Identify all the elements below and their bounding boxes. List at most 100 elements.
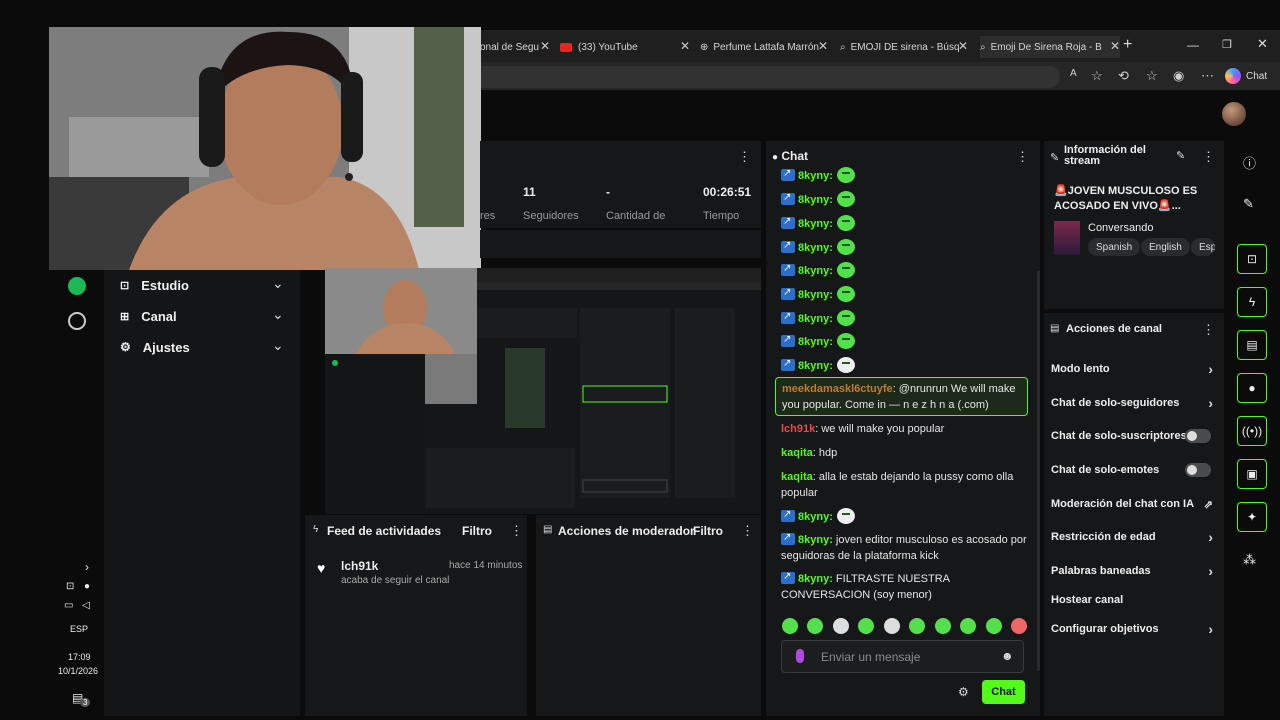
emote-icon[interactable] <box>883 618 900 634</box>
chat-input[interactable]: Enviar un mensaje ☻ <box>781 640 1024 673</box>
rail-button-notes[interactable]: ▤ <box>1237 330 1267 360</box>
subscribers-only-toggle[interactable] <box>1185 429 1211 443</box>
chat-username[interactable]: kaqita <box>781 471 813 483</box>
rail-button-broadcast[interactable]: ((•)) <box>1237 416 1267 446</box>
close-tab-icon[interactable]: ✕ <box>680 39 690 53</box>
close-tab-icon[interactable]: ✕ <box>1110 39 1120 53</box>
activity-filter-button[interactable]: Filtro <box>462 524 492 538</box>
info-icon[interactable]: ⓘ <box>1243 153 1256 172</box>
favorite-star-icon[interactable]: ☆ <box>1091 68 1103 84</box>
chat-username[interactable]: lch91k <box>781 423 815 435</box>
close-window-icon[interactable]: ✕ <box>1257 36 1268 52</box>
emote-icon[interactable] <box>782 618 798 634</box>
rail-button-lightning[interactable]: ϟ <box>1237 287 1267 317</box>
chat-username[interactable]: 8kyny: <box>798 360 833 372</box>
favorites-icon[interactable]: ☆ <box>1146 68 1158 84</box>
rail-button-wrench[interactable]: ✦ <box>1237 502 1267 532</box>
sidebar-item-ajustes[interactable]: ⚙ Ajustes <box>120 337 190 357</box>
tab-1[interactable]: onal de Segu ✕ <box>480 36 550 58</box>
action-followers-only[interactable]: Chat de solo-seguidores › <box>1051 395 1219 411</box>
tab-5[interactable]: ⌕ Emoji De Sirena Roja - B ✕ <box>980 36 1120 58</box>
sidebar-item-estudio[interactable]: ⊡ Estudio <box>120 275 189 295</box>
tab-3[interactable]: ⊕ Perfume Lattafa Marrón ✕ <box>700 36 828 58</box>
chat-scrollbar[interactable] <box>1037 271 1040 671</box>
chat-username[interactable]: 8kyny: <box>798 289 833 301</box>
emote-icon[interactable] <box>934 618 951 634</box>
close-tab-icon[interactable]: ✕ <box>540 39 550 53</box>
category-thumbnail[interactable] <box>1054 221 1080 255</box>
camera-icon[interactable]: ⊡ <box>66 581 74 592</box>
more-options-icon[interactable]: ⋮ <box>1202 322 1215 338</box>
chat-username[interactable]: 8kyny: <box>798 170 833 182</box>
sidebar-item-canal[interactable]: ⊞ Canal <box>120 306 177 326</box>
edit-pencil-icon[interactable]: ✎ <box>1243 196 1254 212</box>
send-chat-button[interactable]: Chat <box>982 680 1025 704</box>
rail-button-frame[interactable]: ⊡ <box>1237 244 1267 274</box>
extensions-icon[interactable]: ⟲ <box>1118 68 1129 84</box>
user-avatar[interactable] <box>1222 102 1246 126</box>
microphone-icon[interactable]: ● <box>84 581 90 592</box>
edit-pencil-icon[interactable]: ✎ <box>1176 149 1185 162</box>
chevron-down-icon[interactable]: ⌄ <box>272 275 284 292</box>
chevron-right-icon[interactable]: › <box>85 560 89 574</box>
chat-username[interactable]: 8kyny: <box>798 218 833 230</box>
stream-preview[interactable] <box>325 268 761 514</box>
emote-icon[interactable] <box>858 618 875 634</box>
volume-icon[interactable]: ◁ <box>82 600 90 611</box>
action-banned-words[interactable]: Palabras baneadas › <box>1051 563 1219 579</box>
action-ai-moderation[interactable]: Moderación del chat con IA ⇗ <box>1051 496 1219 512</box>
emotes-only-toggle[interactable] <box>1185 463 1211 477</box>
emote-icon[interactable] <box>909 618 926 634</box>
moderator-filter-button[interactable]: Filtro <box>693 524 723 538</box>
emoji-picker-icon[interactable]: ☻ <box>1001 649 1014 663</box>
emote-icon[interactable] <box>960 618 977 634</box>
chat-username[interactable]: 8kyny: <box>798 573 833 585</box>
read-aloud-icon[interactable]: A <box>1070 68 1077 79</box>
tag-pill[interactable]: Spanish <box>1088 238 1141 256</box>
more-options-icon[interactable]: ⋮ <box>1202 149 1215 165</box>
restore-icon[interactable]: ❐ <box>1222 38 1232 51</box>
emote-icon[interactable] <box>807 618 824 634</box>
more-options-icon[interactable]: ⋮ <box>510 523 523 539</box>
connections-icon[interactable]: ⁂ <box>1243 552 1256 568</box>
profile-icon[interactable]: ◉ <box>1173 68 1184 84</box>
action-host-channel[interactable]: Hostear canal <box>1051 592 1219 608</box>
copilot-chat-button[interactable]: Chat <box>1225 66 1267 86</box>
app-icon[interactable] <box>68 312 86 330</box>
more-options-icon[interactable]: ⋮ <box>738 149 751 165</box>
chat-username[interactable]: meekdamaskl6ctuyfe <box>782 383 893 395</box>
stream-category[interactable]: Conversando <box>1088 222 1153 234</box>
emote-icon[interactable] <box>985 618 1002 634</box>
chevron-down-icon[interactable]: ⌄ <box>272 306 284 323</box>
tab-2[interactable]: (33) YouTube ✕ <box>560 36 690 58</box>
more-options-icon[interactable]: ⋮ <box>741 523 754 539</box>
chat-username[interactable]: 8kyny: <box>798 194 833 206</box>
rail-button-chat[interactable]: ● <box>1237 373 1267 403</box>
rail-button-video[interactable]: ▣ <box>1237 459 1267 489</box>
chat-settings-gear-icon[interactable]: ⚙ <box>958 685 969 699</box>
chat-username[interactable]: 8kyny: <box>798 511 833 523</box>
tag-pill[interactable]: Esp <box>1191 238 1215 256</box>
chat-username[interactable]: 8kyny: <box>798 313 833 325</box>
emote-icon[interactable] <box>832 618 849 634</box>
spotify-icon[interactable] <box>68 277 86 295</box>
minimize-icon[interactable]: — <box>1187 38 1199 52</box>
display-icon[interactable]: ▭ <box>64 600 73 611</box>
chat-username[interactable]: 8kyny: <box>798 265 833 277</box>
emote-icon[interactable] <box>1010 618 1027 634</box>
chat-username[interactable]: 8kyny: <box>798 534 833 546</box>
chevron-down-icon[interactable]: ⌄ <box>272 337 284 354</box>
close-tab-icon[interactable]: ✕ <box>818 39 828 53</box>
more-options-icon[interactable]: ⋮ <box>1016 149 1029 165</box>
microphone-icon[interactable] <box>796 649 804 663</box>
close-tab-icon[interactable]: ✕ <box>958 39 968 53</box>
url-field[interactable] <box>480 66 1060 88</box>
chat-username[interactable]: kaqita <box>781 447 813 459</box>
feed-event-user[interactable]: lch91k <box>341 559 378 573</box>
chat-username[interactable]: 8kyny: <box>798 242 833 254</box>
more-icon[interactable]: ⋯ <box>1201 68 1214 84</box>
tag-pill[interactable]: English <box>1141 238 1190 256</box>
chat-username[interactable]: 8kyny: <box>798 336 833 348</box>
action-age-restriction[interactable]: Restricción de edad › <box>1051 529 1219 545</box>
action-set-goals[interactable]: Configurar objetivos › <box>1051 621 1219 637</box>
